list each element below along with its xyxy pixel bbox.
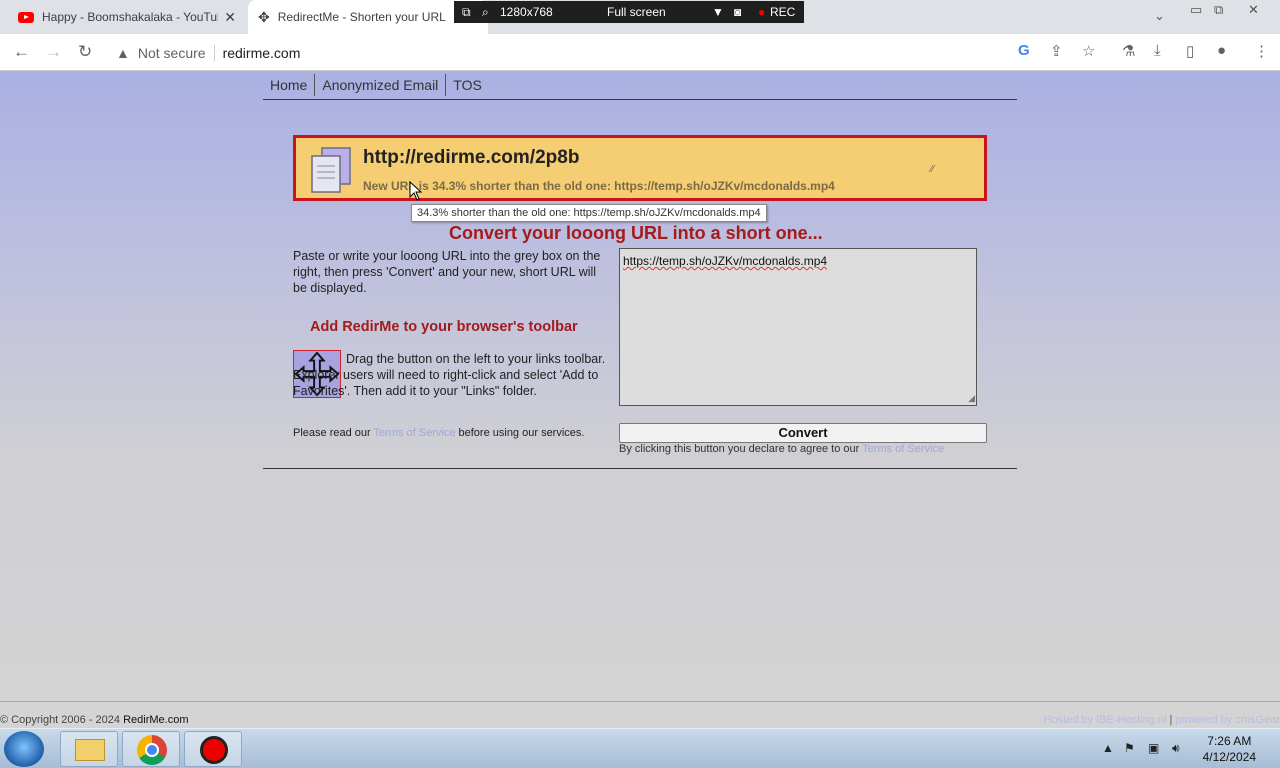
record-dot-icon[interactable]: ● [758,5,765,19]
divider [213,44,215,61]
toolbar-heading: Add RedirMe to your browser's toolbar [310,319,578,335]
chevron-down-icon[interactable]: ⌄ [1154,8,1165,24]
restore-icon[interactable]: ⧉ [1214,2,1223,18]
tos-suffix: before using our services. [455,427,585,439]
agree-tos-link[interactable]: Terms of Service [862,443,944,455]
clock-date: 4/12/2024 [1202,750,1256,764]
nav-anonymized-email[interactable]: Anonymized Email [315,74,447,96]
network-icon[interactable]: ▣ [1148,741,1159,755]
tooltip: 34.3% shorter than the old one: https://… [411,204,767,222]
divider [263,468,1017,469]
copy-documents-icon[interactable] [308,146,354,194]
tray-expand-icon[interactable]: ▲ [1102,741,1114,755]
chrome-icon [137,735,167,765]
result-box: http://redirme.com/2p8b New URL is 34.3%… [293,135,987,201]
minimize-icon[interactable]: ▭ [1190,2,1202,18]
tab-strip: Happy - Boomshakalaka - YouTube ✕ ✥ Redi… [0,0,1280,34]
start-button[interactable] [4,731,44,767]
youtube-icon [18,11,34,23]
action-center-flag-icon[interactable]: ⚑ [1124,741,1135,755]
address-bar: ← → ↻ ▲ Not secure redirme.com G ⇪ ☆ ⚗ ⤓… [0,34,1280,71]
tab-youtube[interactable]: Happy - Boomshakalaka - YouTube ✕ [8,0,246,34]
close-window-icon[interactable]: ✕ [1248,2,1259,18]
recorder-rec-label[interactable]: REC [770,5,795,19]
convert-button[interactable]: Convert [619,423,987,443]
resize-grip-icon: ⁄⁄ [930,164,934,175]
taskbar: ▲ ⚑ ▣ 🔊︎ 7:26 AM 4/12/2024 [0,728,1280,768]
warning-icon[interactable]: ▲ [116,45,130,61]
folder-icon [75,739,105,761]
share-icon[interactable]: ⇪ [1050,42,1063,60]
short-url[interactable]: http://redirme.com/2p8b [363,147,579,169]
move-arrows-icon: ✥ [258,8,270,25]
main-heading: Convert your looong URL into a short one… [449,223,823,243]
copyright-prefix: © Copyright 2006 - 2024 [0,714,124,726]
window-icon[interactable]: ⧉ [462,5,471,20]
agree-prefix: By clicking this button you declare to a… [619,443,863,455]
tos-prefix: Please read our [293,427,374,439]
explorer-taskbar-button[interactable] [60,731,118,767]
camera-icon[interactable]: ◙ [734,5,741,19]
hosting-credits: Hosted by IBE-Hosting.nl | powered by cm… [1044,714,1280,726]
agree-line: By clicking this button you declare to a… [619,443,944,455]
tab-title: Happy - Boomshakalaka - YouTube [42,10,219,24]
nav-tos[interactable]: TOS [446,74,489,96]
forward-icon[interactable]: → [45,42,62,62]
resize-grip-icon[interactable]: ◢ [968,393,975,404]
tab-redirme[interactable]: ✥ RedirectMe - Shorten your URL [248,0,488,34]
extensions-icon[interactable]: ⚗ [1122,42,1135,60]
download-icon[interactable]: ⤓ [1154,42,1161,59]
site-name: RedirMe.com [123,714,189,726]
clock-time: 7:26 AM [1207,734,1252,748]
star-icon[interactable]: ☆ [1082,42,1095,60]
profile-icon[interactable]: ● [1217,42,1226,59]
clock[interactable]: 7:26 AM 4/12/2024 [1203,733,1256,765]
shorter-note: New URL is 34.3% shorter than the old on… [363,179,835,193]
omnibox[interactable]: ▲ Not secure redirme.com [110,39,1050,66]
long-url-value[interactable]: https://temp.sh/oJZKv/mcdonalds.mp4 [623,254,827,268]
chrome-taskbar-button[interactable] [122,731,180,767]
footer: © Copyright 2006 - 2024 RedirMe.com Host… [0,701,1280,728]
hosted-link[interactable]: Hosted by IBE-Hosting.nl [1044,714,1167,726]
mouse-cursor-icon [409,181,423,201]
back-icon[interactable]: ← [13,42,30,62]
drag-instructions: Drag the button on the left to your link… [293,352,606,398]
page: Home Anonymized Email TOS http://redirme… [0,71,1280,701]
tos-link[interactable]: Terms of Service [374,427,456,439]
security-label[interactable]: Not secure [138,45,206,61]
copyright: © Copyright 2006 - 2024 RedirMe.com [0,714,188,726]
zoom-icon[interactable]: ⌕ [482,5,489,20]
google-icon[interactable]: G [1018,42,1030,59]
nav-home[interactable]: Home [263,74,316,96]
screen-recorder-bar: ⧉ ⌕ 1280x768 Full screen ▼ ◙ ● REC [454,1,804,23]
recorder-resolution: 1280x768 [500,5,553,19]
menu-icon[interactable]: ⋮ [1254,42,1269,60]
sidepanel-icon[interactable]: ▯ [1186,42,1194,60]
recorder-taskbar-button[interactable] [184,731,242,767]
recorder-mode[interactable]: Full screen [607,5,666,19]
chevron-down-icon[interactable]: ▼ [712,5,724,19]
long-url-textarea[interactable]: https://temp.sh/oJZKv/mcdonalds.mp4 ◢ [619,248,977,406]
powered-link[interactable]: powered by cmsGear [1175,714,1280,726]
tab-title: RedirectMe - Shorten your URL [277,10,446,24]
top-nav: Home Anonymized Email TOS [263,71,1017,100]
reload-icon[interactable]: ↻ [78,42,92,62]
close-icon[interactable]: ✕ [224,9,236,26]
url-text[interactable]: redirme.com [223,45,301,61]
intro-text: Paste or write your looong URL into the … [293,249,601,295]
record-icon [200,736,228,764]
volume-icon[interactable]: 🔊︎ [1172,741,1180,756]
tos-line: Please read our Terms of Service before … [293,427,584,439]
